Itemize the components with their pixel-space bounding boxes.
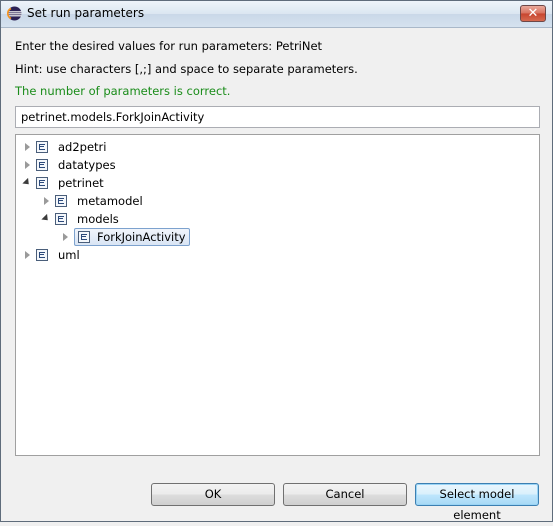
tree-item-label: metamodel — [77, 194, 143, 208]
tree-item-metamodel[interactable]: metamodel — [41, 193, 146, 209]
tree-item-forkjoinactivity[interactable]: ForkJoinActivity — [60, 228, 190, 246]
window-title: Set run parameters — [27, 6, 145, 20]
tree-item-ad2petri[interactable]: ad2petri — [22, 139, 109, 155]
tree-item-label: ForkJoinActivity — [97, 230, 186, 244]
tree-item-label: datatypes — [58, 158, 116, 172]
package-icon — [36, 159, 48, 171]
tree-item-petrinet[interactable]: petrinet — [22, 175, 107, 191]
expand-arrow-icon[interactable] — [60, 229, 70, 245]
title-bar[interactable]: Set run parameters ✕ — [1, 1, 552, 28]
close-button[interactable]: ✕ — [520, 5, 546, 22]
collapse-arrow-icon[interactable] — [22, 175, 32, 191]
tree-item-label: models — [77, 212, 119, 226]
tree-item-label: petrinet — [58, 176, 104, 190]
selected-tree-item[interactable]: ForkJoinActivity — [74, 228, 190, 246]
expand-arrow-icon[interactable] — [22, 157, 32, 173]
expand-arrow-icon[interactable] — [41, 193, 51, 209]
tree-item-label: ad2petri — [58, 140, 107, 154]
package-icon — [78, 231, 90, 243]
select-model-element-button[interactable]: Select model element — [415, 483, 539, 522]
close-icon: ✕ — [527, 6, 539, 21]
collapse-arrow-icon[interactable] — [41, 211, 51, 227]
hint-text: Hint: use characters [,;] and space to s… — [15, 62, 358, 76]
expand-arrow-icon[interactable] — [22, 139, 32, 155]
parameters-input[interactable] — [15, 106, 540, 128]
tree-item-datatypes[interactable]: datatypes — [22, 157, 119, 173]
package-icon — [36, 141, 48, 153]
package-icon — [55, 195, 67, 207]
ok-button[interactable]: OK — [151, 483, 275, 506]
package-icon — [36, 177, 48, 189]
tree-item-models[interactable]: models — [41, 211, 122, 227]
tree-item-label: uml — [58, 248, 80, 262]
cancel-button[interactable]: Cancel — [283, 483, 407, 506]
status-message: The number of parameters is correct. — [15, 84, 231, 98]
package-icon — [36, 249, 48, 261]
dialog-window: Set run parameters ✕ Enter the desired v… — [0, 0, 553, 522]
eclipse-icon — [7, 6, 22, 21]
package-icon — [55, 213, 67, 225]
model-tree[interactable]: ad2petri datatypes petrinet metamodel mo… — [15, 134, 540, 456]
tree-item-uml[interactable]: uml — [22, 247, 83, 263]
instruction-text: Enter the desired values for run paramet… — [15, 39, 323, 53]
expand-arrow-icon[interactable] — [22, 247, 32, 263]
